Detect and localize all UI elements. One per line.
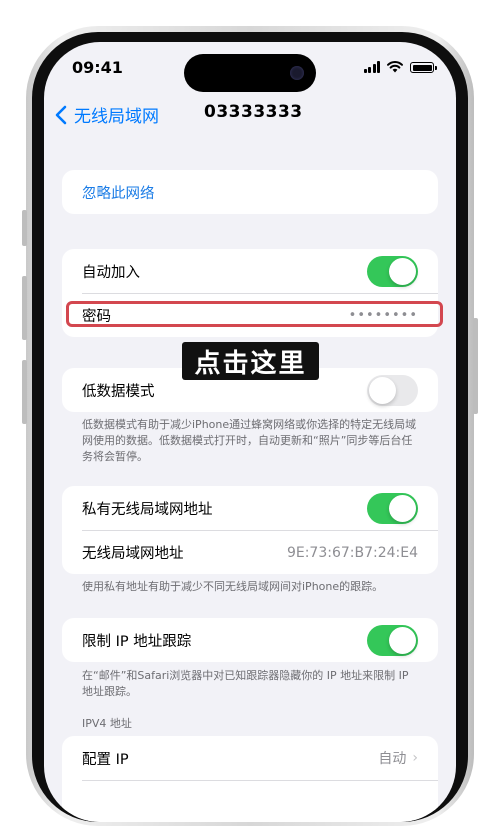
ipv4-section-header: IPV4 地址	[82, 717, 132, 730]
power-button	[473, 318, 478, 414]
divider	[82, 780, 438, 781]
limit-ip-row: 限制 IP 地址跟踪	[62, 618, 438, 662]
front-camera-icon	[290, 66, 304, 80]
forget-network-card: 忽略此网络	[62, 170, 438, 214]
configure-ip-label: 配置 IP	[82, 751, 129, 768]
tap-here-callout: 点击这里	[182, 342, 319, 380]
low-data-note: 低数据模式有助于减少iPhone通过蜂窝网络或你选择的特定无线局域网使用的数据。…	[82, 418, 417, 463]
wifi-icon	[387, 60, 403, 73]
forget-network-label: 忽略此网络	[82, 185, 155, 202]
ipv4-card: 配置 IP 自动 ›	[62, 736, 438, 822]
wlan-address-label: 无线局域网地址	[82, 546, 184, 562]
limit-ip-label: 限制 IP 地址跟踪	[82, 633, 192, 650]
low-data-toggle[interactable]	[367, 374, 418, 406]
configure-ip-value: 自动	[378, 751, 407, 767]
nav-bar: 无线局域网 03333333	[44, 100, 456, 136]
wlan-address-row: 无线局域网地址 9E:73:67:B7:24:E4	[62, 531, 438, 574]
chevron-right-icon: ›	[412, 750, 418, 766]
low-data-label: 低数据模式	[82, 383, 155, 400]
private-address-card: 私有无线局域网地址 无线局域网地址 9E:73:67:B7:24:E4	[62, 486, 438, 574]
status-icons	[363, 60, 437, 73]
limit-ip-note: 在“邮件”和Safari浏览器中对已知跟踪器隐藏你的 IP 地址来限制 IP 地…	[82, 669, 409, 698]
back-label: 无线局域网	[74, 107, 159, 127]
page-title: 03333333	[204, 102, 303, 122]
battery-icon	[410, 62, 437, 73]
auto-join-label: 自动加入	[82, 264, 140, 281]
phone-screen: 09:41 无线局域网 03333333 忽略此网络 自动加入 密码 •••••…	[44, 42, 456, 822]
private-address-row: 私有无线局域网地址	[62, 486, 438, 530]
status-time: 09:41	[72, 58, 123, 77]
volume-down-button	[22, 360, 27, 424]
back-button[interactable]: 无线局域网	[54, 102, 159, 127]
chevron-left-icon	[55, 105, 67, 124]
forget-network-row[interactable]: 忽略此网络	[62, 170, 438, 214]
cellular-signal-icon	[363, 61, 380, 73]
configure-ip-row[interactable]: 配置 IP 自动 ›	[62, 736, 438, 780]
private-address-note: 使用私有地址有助于减少不同无线局域网间对iPhone的跟踪。	[82, 580, 384, 593]
auto-join-row: 自动加入	[62, 249, 438, 293]
auto-join-toggle[interactable]	[367, 255, 418, 287]
limit-ip-toggle[interactable]	[367, 624, 418, 656]
dynamic-island	[184, 54, 316, 92]
limit-ip-card: 限制 IP 地址跟踪	[62, 618, 438, 662]
private-address-toggle[interactable]	[367, 492, 418, 524]
password-highlight-box	[66, 301, 443, 327]
wlan-address-value: 9E:73:67:B7:24:E4	[286, 544, 418, 561]
volume-up-button	[22, 276, 27, 340]
action-button	[22, 210, 27, 246]
private-address-label: 私有无线局域网地址	[82, 501, 213, 518]
